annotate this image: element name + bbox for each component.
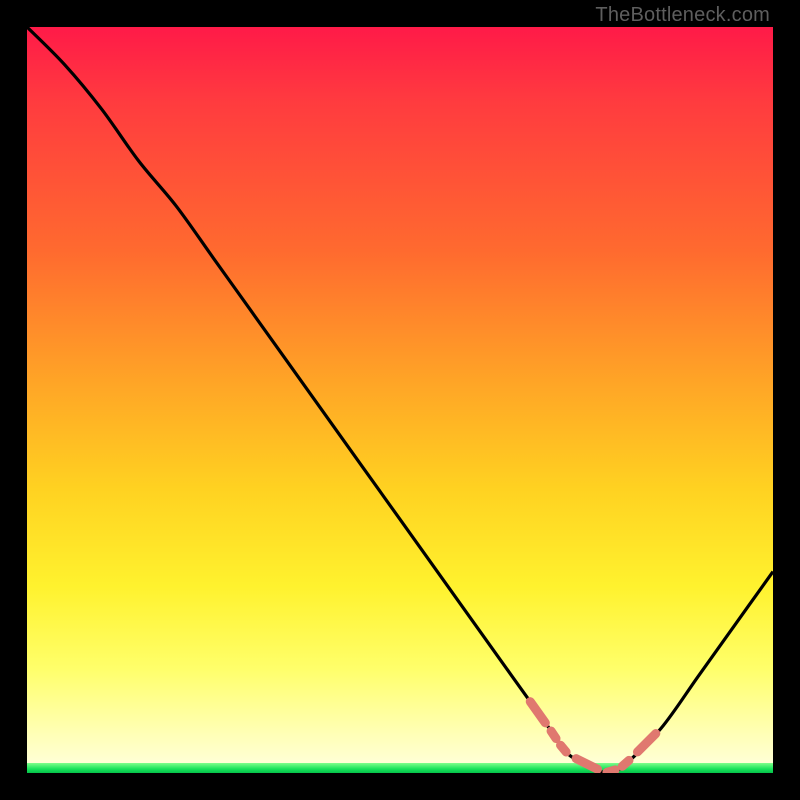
optimal-markers	[530, 702, 656, 773]
bottleneck-curve	[27, 27, 773, 773]
optimal-marker-dash	[551, 731, 556, 738]
optimal-marker-dash	[560, 745, 566, 752]
optimal-marker-dash	[530, 702, 545, 723]
chart-frame: TheBottleneck.com	[0, 0, 800, 800]
chart-plot-area	[27, 27, 773, 773]
optimal-marker-dash	[637, 734, 655, 752]
optimal-marker-dash	[622, 760, 629, 766]
optimal-marker-dash	[576, 759, 597, 770]
optimal-marker-dash	[607, 770, 615, 772]
curve-line	[27, 27, 773, 773]
attribution-label: TheBottleneck.com	[595, 4, 770, 27]
